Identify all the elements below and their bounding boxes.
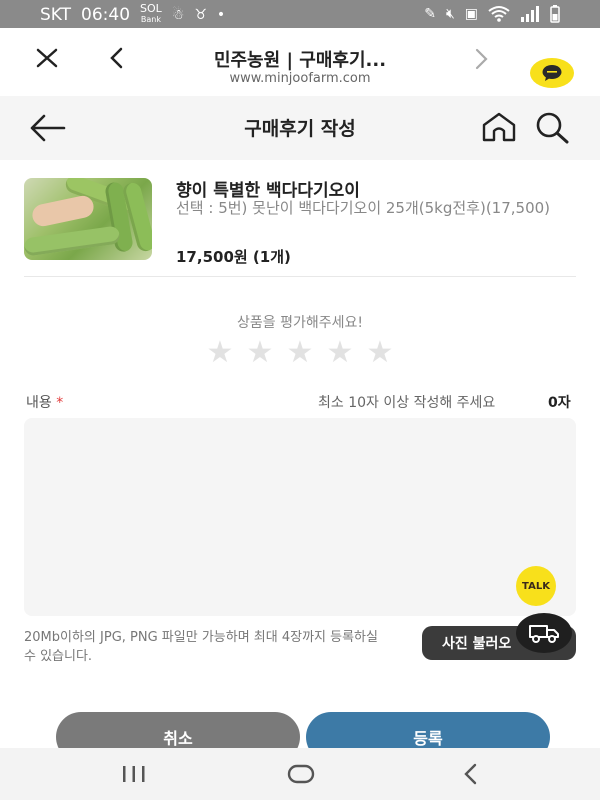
star-rating: ★ ★ ★ ★ ★: [202, 338, 402, 368]
content-hint: 최소 10자 이상 작성해 주세요: [318, 395, 496, 411]
chat-bubble-icon: [542, 65, 562, 81]
truck-icon: [529, 625, 559, 643]
kakao-chat-button[interactable]: [530, 58, 574, 88]
submit-label: 등록: [413, 729, 443, 748]
cucumber-shape: [24, 225, 121, 257]
battery-icon: [550, 5, 560, 23]
search-icon[interactable]: [532, 110, 572, 146]
char-count: 0자: [548, 395, 571, 411]
app-icon: ☃: [171, 6, 185, 23]
back-arrow-icon[interactable]: [28, 112, 68, 144]
cancel-label: 취소: [163, 729, 193, 748]
load-photo-label: 사진 불러오: [442, 636, 512, 652]
app-icon-2: ♉: [194, 6, 207, 23]
required-mark: *: [56, 395, 64, 411]
browser-title: 민주농원 | 구매후기...: [213, 50, 387, 71]
browser-back-icon[interactable]: [104, 44, 128, 72]
browser-url: www.minjoofarm.com: [229, 71, 371, 86]
product-option: 선택 : 5번) 못난이 백다다기오이 25개(5kg전후)(17,500): [176, 199, 551, 217]
close-icon[interactable]: [34, 44, 62, 72]
star-icon[interactable]: ★: [202, 338, 238, 368]
system-nav-bar: [0, 748, 600, 800]
product-summary: 향이 특별한 백다다기오이 선택 : 5번) 못난이 백다다기오이 25개(5k…: [24, 176, 576, 277]
sol-bank-top: SOL: [140, 2, 162, 15]
browser-forward-icon[interactable]: [470, 46, 492, 72]
star-icon[interactable]: ★: [362, 338, 398, 368]
browser-header: 민주농원 | 구매후기... www.minjoofarm.com: [0, 28, 600, 97]
content-label-text: 내용: [26, 395, 52, 411]
page-header: 구매후기 작성: [0, 96, 600, 160]
photo-icon: ▣: [464, 6, 478, 22]
star-icon[interactable]: ★: [242, 338, 278, 368]
back-nav-icon[interactable]: [460, 761, 482, 787]
wifi-icon: [488, 6, 510, 22]
review-textarea[interactable]: [24, 418, 576, 616]
mute-icon: 🔇︎: [445, 6, 455, 22]
star-icon[interactable]: ★: [282, 338, 318, 368]
sol-bank-bottom: Bank: [140, 15, 161, 24]
status-right: ✎ 🔇︎ ▣: [424, 4, 560, 24]
sol-bank-icon: SOL Bank: [140, 2, 162, 25]
product-thumbnail: [24, 178, 152, 260]
home-nav-icon[interactable]: [286, 762, 316, 786]
kakao-talk-button[interactable]: TALK: [516, 566, 556, 606]
clock: 06:40: [81, 4, 131, 25]
star-icon[interactable]: ★: [322, 338, 358, 368]
product-price: 17,500원 (1개): [176, 248, 291, 266]
delivery-truck-button[interactable]: [516, 613, 572, 653]
page-title: 구매후기 작성: [244, 118, 356, 140]
status-bar: SKT 06:40 SOL Bank ☃ ♉ • ✎ 🔇︎ ▣: [0, 0, 600, 28]
hand-shape: [30, 193, 96, 229]
signal-icon: [521, 6, 539, 22]
recent-apps-icon[interactable]: [120, 762, 148, 786]
rating-label: 상품을 평가해주세요!: [237, 315, 363, 331]
pen-icon: ✎: [424, 6, 436, 22]
status-left: SKT 06:40 SOL Bank ☃ ♉ •: [40, 2, 226, 25]
carrier: SKT: [40, 4, 72, 25]
content-label: 내용 *: [26, 392, 63, 412]
home-icon[interactable]: [480, 110, 518, 146]
photo-note: 20Mb이하의 JPG, PNG 파일만 가능하며 최대 4장까지 등록하실 수…: [24, 630, 378, 664]
talk-label: TALK: [522, 580, 550, 592]
dot-icon: •: [216, 6, 226, 23]
